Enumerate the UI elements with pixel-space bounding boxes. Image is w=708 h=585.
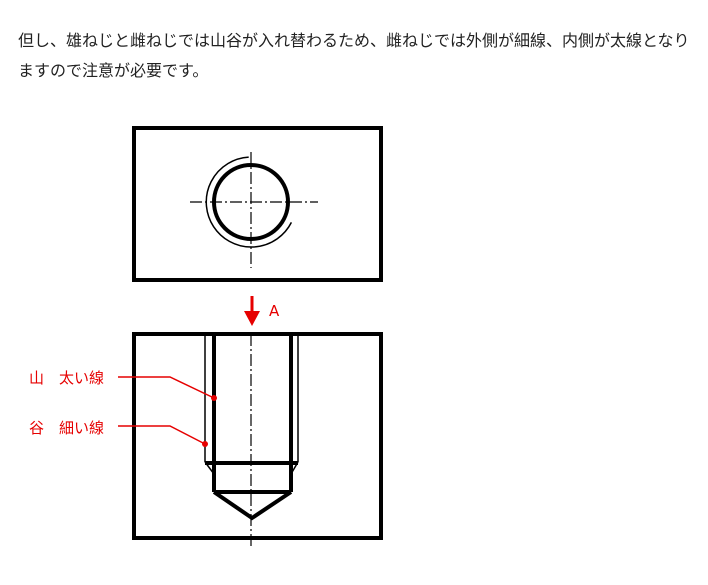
section-view-outline — [132, 332, 383, 540]
arrow-head — [244, 311, 260, 326]
drill-point-cone — [212, 490, 293, 521]
top-view-outline — [132, 126, 383, 282]
arrow-label: A — [269, 302, 280, 320]
leader-dot-mountain — [211, 395, 217, 401]
leader-line-valley — [118, 425, 206, 445]
label-mountain-thick-line: 山 太い線 — [29, 369, 104, 387]
label-valley-thin-line: 谷 細い線 — [29, 419, 104, 437]
leader-dot-valley — [202, 441, 208, 447]
annotations: 山 太い線 谷 細い線 — [29, 369, 217, 447]
section-view — [132, 332, 383, 546]
top-view — [132, 126, 383, 282]
view-direction-arrow: A — [244, 296, 280, 326]
female-thread-diagram: A 山 太い線 谷 細い線 — [29, 126, 383, 546]
